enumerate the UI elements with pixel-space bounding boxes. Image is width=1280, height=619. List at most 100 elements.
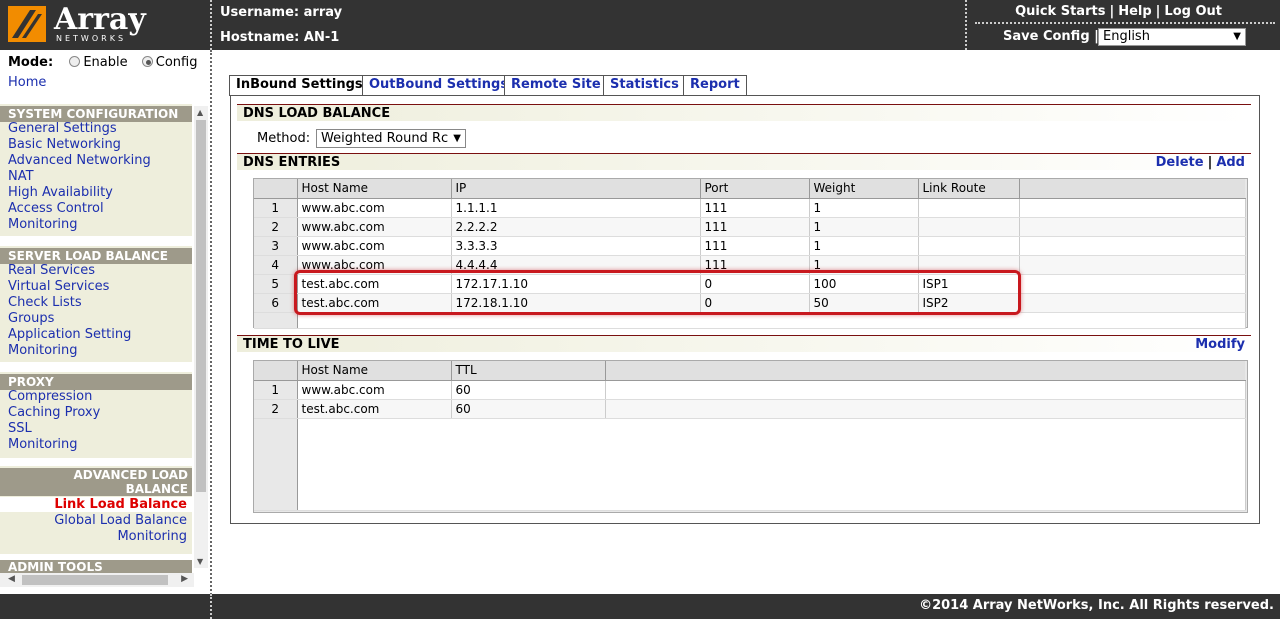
language-select[interactable]: English ▼ <box>1098 28 1246 46</box>
column-header-port[interactable]: Port <box>700 179 810 199</box>
section-title: TIME TO LIVE <box>243 337 340 352</box>
sidebar-vertical-scrollbar[interactable]: ▲ ▼ <box>194 106 208 568</box>
sidebar-divider <box>210 50 212 619</box>
cell-ip: 2.2.2.2 <box>451 217 701 237</box>
cell-link-route <box>918 217 1020 237</box>
row-number: 1 <box>254 380 298 400</box>
sidebar-item-ssl[interactable]: SSL <box>8 421 32 436</box>
table-row[interactable]: 5 test.abc.com 172.17.1.10 0 100 ISP1 <box>254 274 1246 294</box>
cell-weight: 1 <box>809 255 919 275</box>
sidebar-item-basic-networking[interactable]: Basic Networking <box>8 137 121 152</box>
add-link[interactable]: Add <box>1216 155 1245 170</box>
sidebar-item-home[interactable]: Home <box>8 75 46 90</box>
scroll-right-icon[interactable]: ▶ <box>181 574 188 584</box>
cell-host-name: www.abc.com <box>297 198 452 218</box>
tab-outbound-settings[interactable]: OutBound Settings <box>362 75 516 95</box>
row-number <box>254 312 298 329</box>
sidebar-item-groups[interactable]: Groups <box>8 311 54 326</box>
config-radio[interactable] <box>141 56 153 67</box>
scroll-up-icon[interactable]: ▲ <box>197 108 203 117</box>
sidebar-item-high-availability[interactable]: High Availability <box>8 185 113 200</box>
cell-filler <box>297 418 1246 511</box>
sidebar-item-real-services[interactable]: Real Services <box>8 263 95 278</box>
table-row[interactable]: 3 www.abc.com 3.3.3.3 111 1 <box>254 236 1246 256</box>
cell-weight: 100 <box>809 274 919 294</box>
sidebar-item-check-lists[interactable]: Check Lists <box>8 295 82 310</box>
sidebar-item-global-load-balance[interactable]: Global Load Balance <box>54 513 187 528</box>
tab-inbound-settings[interactable]: InBound Settings <box>229 75 370 96</box>
scrollbar-thumb[interactable] <box>196 120 206 492</box>
tab-remote-site[interactable]: Remote Site <box>504 75 608 95</box>
username-label: Username: array <box>220 5 343 20</box>
array-logo: Array NETWORKS <box>8 2 208 46</box>
cell-ttl: 60 <box>451 380 606 400</box>
cell-filler <box>605 399 1246 419</box>
cell-host-name: www.abc.com <box>297 380 452 400</box>
cell-port: 111 <box>700 217 810 237</box>
cell-host-name: test.abc.com <box>297 399 452 419</box>
enable-radio[interactable] <box>69 56 81 67</box>
table-row[interactable]: 1 www.abc.com 1.1.1.1 111 1 <box>254 198 1246 218</box>
table-row[interactable]: 1 www.abc.com 60 <box>254 380 1246 400</box>
link-separator: | <box>1207 155 1213 170</box>
logo-text: Array <box>54 2 146 37</box>
quick-starts-link[interactable]: Quick Starts <box>1015 4 1105 19</box>
table-row[interactable]: 4 www.abc.com 4.4.4.4 111 1 <box>254 255 1246 275</box>
cell-link-route <box>918 255 1020 275</box>
delete-link[interactable]: Delete <box>1156 155 1204 170</box>
save-config-label: Save Config <box>1003 29 1090 44</box>
sidebar-item-monitoring[interactable]: Monitoring <box>117 529 187 544</box>
tab-report[interactable]: Report <box>683 75 747 95</box>
table-empty-row <box>254 312 1246 329</box>
cell-ip: 4.4.4.4 <box>451 255 701 275</box>
help-link[interactable]: Help <box>1118 4 1151 19</box>
sidebar-item-advanced-networking[interactable]: Advanced Networking <box>8 153 151 168</box>
language-value: English <box>1103 29 1150 44</box>
sidebar-item-monitoring[interactable]: Monitoring <box>8 437 78 452</box>
sidebar-item-nat[interactable]: NAT <box>8 169 34 184</box>
sidebar-item-monitoring[interactable]: Monitoring <box>8 217 78 232</box>
tab-statistics[interactable]: Statistics <box>603 75 686 95</box>
sidebar-item-caching-proxy[interactable]: Caching Proxy <box>8 405 100 420</box>
column-header-weight[interactable]: Weight <box>809 179 919 199</box>
scroll-down-icon[interactable]: ▼ <box>197 557 203 566</box>
section-header-system-configuration: SYSTEM CONFIGURATION <box>0 106 192 122</box>
column-header-host-name[interactable]: Host Name <box>297 179 452 199</box>
sidebar-item-link-load-balance[interactable]: Link Load Balance <box>0 497 192 512</box>
cell-weight: 50 <box>809 293 919 313</box>
header-links: Quick Starts | Help | Log Out <box>1015 4 1222 19</box>
sidebar-horizontal-scrollbar[interactable]: ◀ ▶ <box>0 573 194 587</box>
sidebar-item-application-setting[interactable]: Application Setting <box>8 327 131 342</box>
scroll-left-icon[interactable]: ◀ <box>8 574 15 584</box>
sidebar-item-access-control[interactable]: Access Control <box>8 201 104 216</box>
copyright-text: ©2014 Array NetWorks, Inc. All Rights re… <box>919 598 1274 613</box>
section-header-advanced-load-balance: ADVANCED LOAD BALANCE <box>0 468 192 496</box>
section-header-line2: BALANCE <box>125 482 188 496</box>
modify-link[interactable]: Modify <box>1195 337 1245 352</box>
top-header: Array NETWORKS Username: array Hostname:… <box>0 0 1280 50</box>
sidebar-item-general-settings[interactable]: General Settings <box>8 121 117 136</box>
log-out-link[interactable]: Log Out <box>1164 4 1222 19</box>
cell-host-name: test.abc.com <box>297 293 452 313</box>
method-select[interactable]: Weighted Round Rc ▼ <box>316 129 466 148</box>
column-header-ttl[interactable]: TTL <box>451 361 606 381</box>
cell-filler <box>297 312 1246 329</box>
sidebar: Mode: Enable Config Home SYSTEM CONFIGUR… <box>0 50 210 594</box>
column-header-ip[interactable]: IP <box>451 179 701 199</box>
cell-port: 111 <box>700 198 810 218</box>
sidebar-item-compression[interactable]: Compression <box>8 389 92 404</box>
scrollbar-thumb[interactable] <box>22 575 168 585</box>
table-row[interactable]: 2 test.abc.com 60 <box>254 399 1246 419</box>
cell-port: 111 <box>700 236 810 256</box>
sidebar-item-monitoring[interactable]: Monitoring <box>8 343 78 358</box>
table-row[interactable]: 2 www.abc.com 2.2.2.2 111 1 <box>254 217 1246 237</box>
dns-entries-actions: Delete | Add <box>1156 154 1245 171</box>
table-row[interactable]: 6 test.abc.com 172.18.1.10 0 50 ISP2 <box>254 293 1246 313</box>
table-empty-row <box>254 418 1246 511</box>
sidebar-item-virtual-services[interactable]: Virtual Services <box>8 279 109 294</box>
cell-filler <box>1019 255 1246 275</box>
dns-entries-table: Host Name IP Port Weight Link Route 1 ww… <box>253 178 1248 329</box>
column-header-link-route[interactable]: Link Route <box>918 179 1020 199</box>
save-config-link[interactable]: Save Config | <box>1003 29 1099 44</box>
column-header-host-name[interactable]: Host Name <box>297 361 452 381</box>
